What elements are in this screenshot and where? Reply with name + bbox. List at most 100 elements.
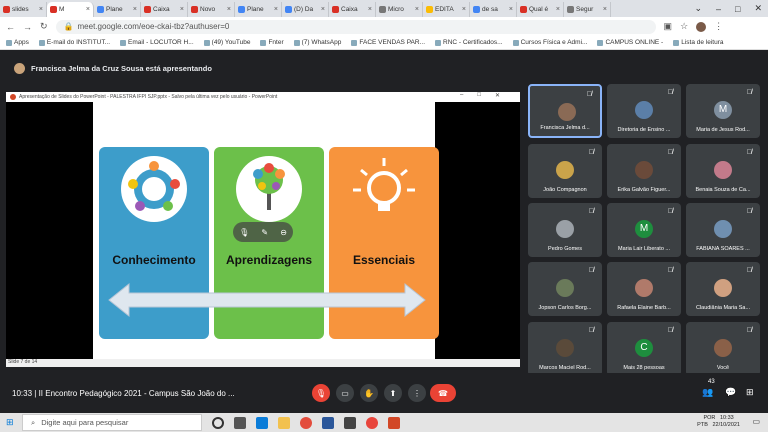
bookmark-item[interactable]: Lista de leitura <box>673 39 724 46</box>
chrome-icon[interactable] <box>300 416 312 429</box>
participant-name: Jopson Carlos Borg... <box>538 305 592 311</box>
store-icon[interactable] <box>344 416 356 429</box>
taskbar-search[interactable]: ⌕ Digite aqui para pesquisar <box>22 414 202 431</box>
tab-close-icon[interactable]: × <box>321 6 325 13</box>
forward-icon[interactable]: → <box>23 22 32 32</box>
participant-avatar <box>635 279 653 297</box>
edge-icon[interactable] <box>256 416 268 429</box>
tab-close-icon[interactable]: × <box>180 6 184 13</box>
participant-tile[interactable]: 🎙̸ Você <box>686 322 760 376</box>
browser-tab[interactable]: M × <box>47 2 94 17</box>
mic-off-icon[interactable]: 🎙 <box>239 228 249 237</box>
participant-name: Você <box>716 365 730 371</box>
browser-tab[interactable]: (D) Da × <box>282 2 329 17</box>
tab-close-icon[interactable]: × <box>415 6 419 13</box>
word-icon[interactable] <box>322 416 334 429</box>
tab-close-icon[interactable]: × <box>86 6 90 13</box>
ppt-minimize-button[interactable]: – <box>460 92 463 99</box>
browser-tab[interactable]: Plane × <box>94 2 141 17</box>
more-icon[interactable]: ⊖ <box>280 228 287 237</box>
cortana-icon[interactable] <box>212 416 224 429</box>
browser-tab[interactable]: Segur × <box>564 2 611 17</box>
people-icon[interactable]: 👥 <box>702 387 713 398</box>
bookmark-item[interactable]: Apps <box>6 39 29 46</box>
tab-close-icon[interactable]: × <box>368 6 372 13</box>
ppt-restore-button[interactable]: □ <box>477 92 481 99</box>
chrome-active-icon[interactable] <box>366 416 378 429</box>
present-button[interactable]: ⬆ <box>384 384 402 402</box>
bookmark-item[interactable]: Cursos Física e Admi... <box>512 39 587 46</box>
presenter-avatar <box>14 62 25 74</box>
participant-tile[interactable]: 🎙̸ Benaia Souza de Ca... <box>686 144 760 198</box>
more-options-button[interactable]: ⋮ <box>408 384 426 402</box>
browser-tab[interactable]: Qual é × <box>517 2 564 17</box>
bookmark-item[interactable]: Fnter <box>260 39 284 46</box>
bookmark-item[interactable]: (7) WhatsApp <box>293 39 341 46</box>
tab-close-icon[interactable]: × <box>603 6 607 13</box>
url-field[interactable]: 🔒 meet.google.com/eoe-ckai-tbz?authuser=0 <box>55 19 656 34</box>
participant-tile[interactable]: C 🎙̸ Mais 28 pessoas <box>607 322 681 376</box>
activities-icon[interactable]: ⊞ <box>746 387 754 398</box>
bookmark-label: CAMPUS ONLINE - <box>605 39 664 46</box>
participant-tile[interactable]: 🎙̸ Pedro Gomes <box>528 203 602 257</box>
bookmark-item[interactable]: RNC - Certificados... <box>435 39 503 46</box>
participant-tile[interactable]: M 🎙̸ Maria de Jesus Rod... <box>686 84 760 138</box>
tab-close-icon[interactable]: × <box>39 6 43 13</box>
participant-tile[interactable]: 🎙̸ Marcos Maciel Rod... <box>528 322 602 376</box>
mic-toggle-button[interactable]: 🎙 <box>312 384 330 402</box>
tab-close-icon[interactable]: × <box>133 6 137 13</box>
participant-tile[interactable]: 🎙̸ Francisca Jelma d... <box>528 84 602 138</box>
bookmark-item[interactable]: E-mail do INSTITUT... <box>38 39 110 46</box>
bookmark-item[interactable]: CAMPUS ONLINE - <box>597 39 663 46</box>
ppt-close-button[interactable]: ✕ <box>495 92 500 99</box>
bookmark-item[interactable]: Email - LOCUTOR H... <box>120 39 194 46</box>
browser-tab[interactable]: Micro × <box>376 2 423 17</box>
browser-tab[interactable]: de sa × <box>470 2 517 17</box>
tab-close-icon[interactable]: × <box>462 6 466 13</box>
browser-tab[interactable]: Novo × <box>188 2 235 17</box>
raise-hand-button[interactable]: ✋ <box>360 384 378 402</box>
tab-close-icon[interactable]: × <box>509 6 513 13</box>
bookmark-item[interactable]: (49) YouTube <box>203 39 250 46</box>
start-icon[interactable]: ⊞ <box>6 417 14 428</box>
profile-avatar[interactable] <box>696 21 707 32</box>
tab-search-icon[interactable]: ⌄ <box>694 3 702 14</box>
pen-icon[interactable]: ✎ <box>261 228 268 237</box>
reload-icon[interactable]: ↻ <box>40 21 48 32</box>
taskbar-clock[interactable]: POR 10:33 PTB 22/10/2021 <box>697 415 740 429</box>
chat-icon[interactable]: 💬 <box>725 387 736 398</box>
camera-toggle-button[interactable]: ▭ <box>336 384 354 402</box>
participant-tile[interactable]: 🎙̸ Claudiânia Maria Sa... <box>686 262 760 316</box>
browser-tab[interactable]: EDITA × <box>423 2 470 17</box>
maximize-button[interactable]: □ <box>735 4 740 14</box>
clock-date: 22/10/2021 <box>712 422 740 428</box>
menu-icon[interactable]: ⋮ <box>714 21 723 32</box>
participant-tile[interactable]: 🎙̸ João Compagnon <box>528 144 602 198</box>
minimize-button[interactable]: – <box>716 4 721 14</box>
camera-icon[interactable]: ▣ <box>664 21 673 32</box>
bookmark-label: Fnter <box>268 39 284 46</box>
participant-tile[interactable]: 🎙̸ Rafaela Elaine Barb... <box>607 262 681 316</box>
knowledge-icon <box>121 156 187 222</box>
participant-tile[interactable]: 🎙̸ Erika Galvão Figuer... <box>607 144 681 198</box>
file-explorer-icon[interactable] <box>278 416 290 429</box>
participant-tile[interactable]: 🎙̸ Diretoria de Ensino ... <box>607 84 681 138</box>
bookmark-item[interactable]: FACE VENDAS PAR... <box>351 39 425 46</box>
back-icon[interactable]: ← <box>6 22 15 32</box>
browser-tab[interactable]: Caixa × <box>141 2 188 17</box>
tab-close-icon[interactable]: × <box>556 6 560 13</box>
participant-tile[interactable]: M 🎙̸ Maria Lair Liberato ... <box>607 203 681 257</box>
notifications-icon[interactable]: ▭ <box>752 417 760 426</box>
close-window-button[interactable]: ✕ <box>754 3 762 14</box>
tab-close-icon[interactable]: × <box>227 6 231 13</box>
task-view-icon[interactable] <box>234 416 246 429</box>
star-icon[interactable]: ☆ <box>680 21 688 32</box>
browser-tab[interactable]: slides × <box>0 2 47 17</box>
participant-tile[interactable]: 🎙̸ Jopson Carlos Borg... <box>528 262 602 316</box>
browser-tab[interactable]: Plane × <box>235 2 282 17</box>
powerpoint-taskbar-icon[interactable] <box>388 416 400 429</box>
leave-call-button[interactable]: ☎ <box>430 384 456 402</box>
browser-tab[interactable]: Caixa × <box>329 2 376 17</box>
tab-close-icon[interactable]: × <box>274 6 278 13</box>
participant-tile[interactable]: 🎙̸ FABIANA SOARES ... <box>686 203 760 257</box>
